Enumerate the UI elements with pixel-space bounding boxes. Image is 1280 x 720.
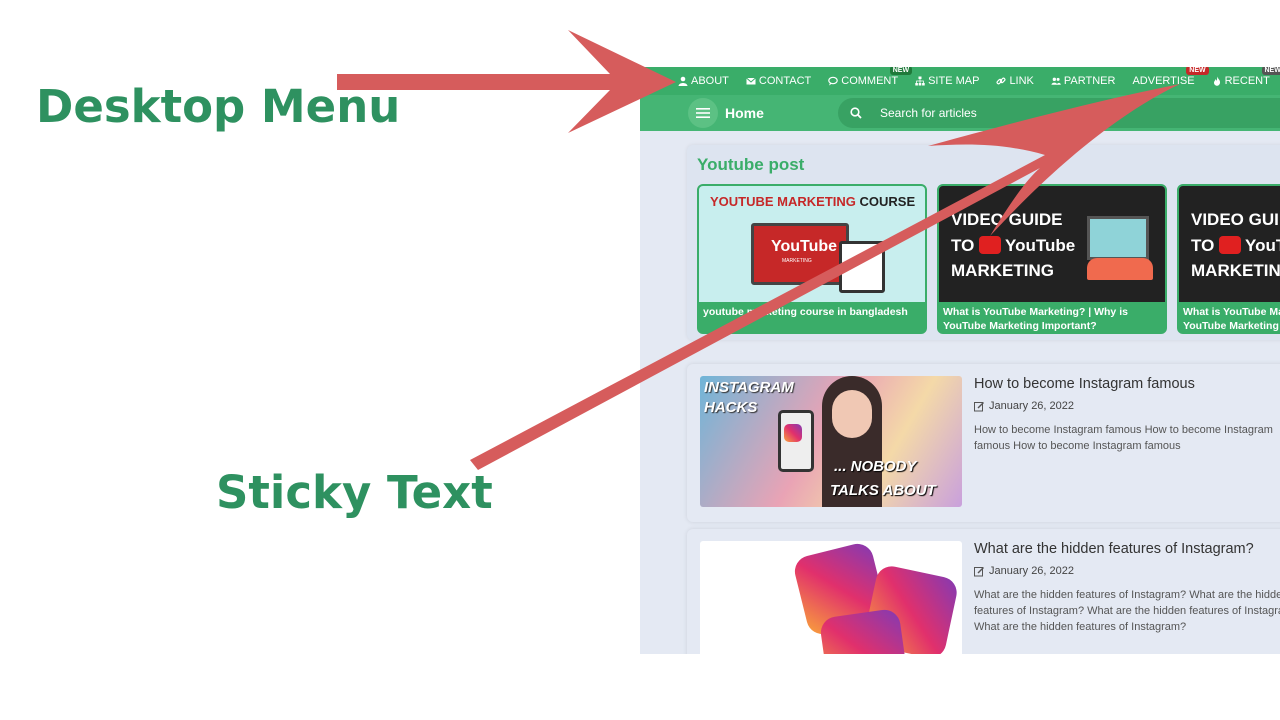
arrow-to-desktop-menu [337, 30, 676, 133]
arrow-to-sticky-text [470, 84, 1180, 470]
annotation-arrows [337, 30, 1180, 470]
